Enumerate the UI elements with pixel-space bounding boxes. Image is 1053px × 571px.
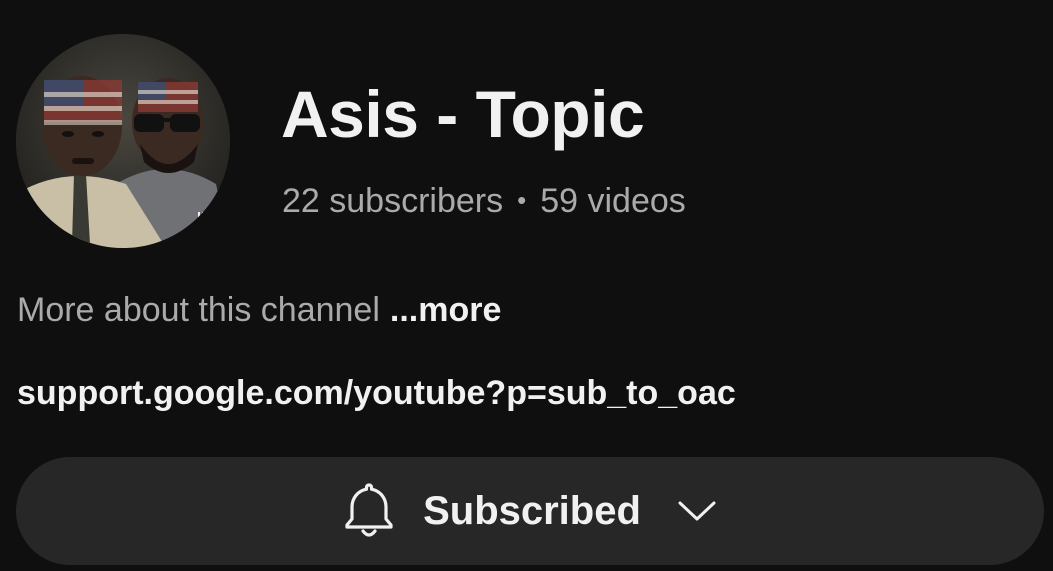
channel-avatar[interactable]	[16, 34, 230, 248]
channel-title: Asis - Topic	[281, 77, 645, 151]
channel-description[interactable]: More about this channel ...more	[17, 290, 501, 330]
bell-icon	[343, 481, 395, 541]
channel-header: Asis - Topic 22 subscribers • 59 videos Mo…	[0, 0, 1053, 571]
avatar-image	[16, 34, 230, 248]
subscribed-button[interactable]: Subscribed	[16, 457, 1044, 565]
subscribed-label: Subscribed	[423, 488, 641, 533]
video-count: 59 videos	[540, 182, 686, 220]
subscriber-count: 22 subscribers	[282, 182, 504, 220]
more-link[interactable]: ...more	[390, 291, 501, 329]
about-text: More about this channel	[17, 291, 380, 329]
separator-dot: •	[517, 185, 527, 215]
channel-stats: 22 subscribers • 59 videos	[282, 180, 686, 221]
chevron-down-icon	[677, 496, 717, 526]
channel-link[interactable]: support.google.com/youtube?p=sub_to_oac	[17, 373, 736, 413]
